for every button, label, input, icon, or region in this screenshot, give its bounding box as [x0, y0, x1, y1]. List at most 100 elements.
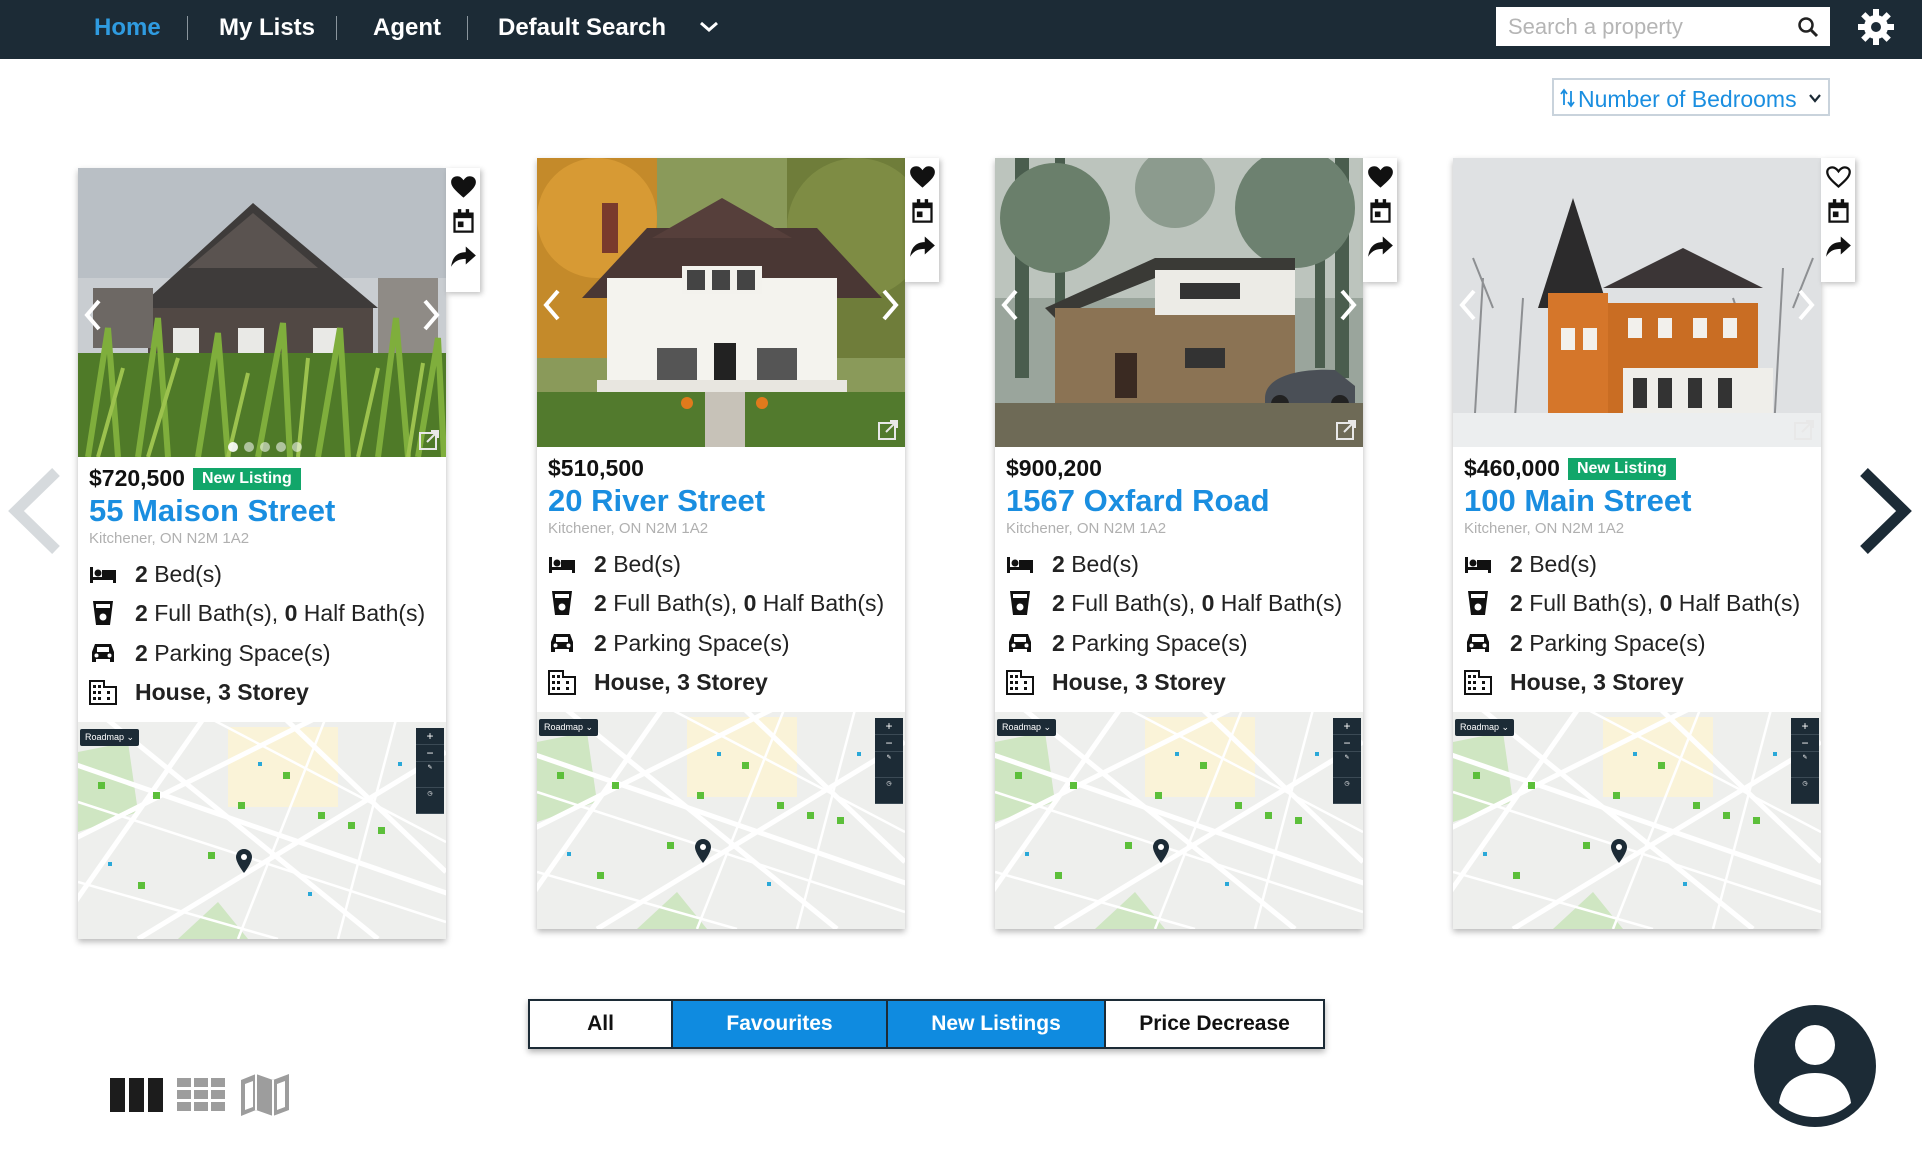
filter-favourites[interactable]: Favourites [673, 1001, 888, 1047]
nav-agent[interactable]: Agent [373, 14, 441, 42]
zoom-in-button[interactable]: + [875, 718, 903, 735]
photo-pagination [228, 442, 302, 452]
zoom-in-button[interactable]: + [416, 728, 444, 745]
drive-time-button[interactable]: ◷ [1333, 778, 1361, 804]
heart-outline-icon[interactable] [1825, 164, 1852, 191]
map-pin-icon[interactable] [694, 839, 712, 863]
nav-my-lists[interactable]: My Lists [219, 14, 315, 42]
map-type-toggle[interactable]: Roadmap ⌄ [80, 729, 140, 746]
map-pin-icon[interactable] [1152, 839, 1170, 863]
half-baths-label: Half Bath(s) [1678, 590, 1801, 616]
map-pin-icon[interactable] [235, 849, 253, 873]
expand-icon[interactable] [877, 419, 899, 441]
calendar-icon[interactable] [909, 198, 936, 225]
heart-icon[interactable] [1367, 164, 1394, 191]
draw-button[interactable]: ✎ [875, 752, 903, 778]
zoom-in-button[interactable]: + [1791, 718, 1819, 735]
zoom-out-button[interactable]: − [416, 745, 444, 762]
photo-dot[interactable] [228, 442, 238, 452]
bath-icon [1010, 591, 1030, 615]
drive-time-button[interactable]: ◷ [1791, 778, 1819, 804]
share-icon[interactable] [1825, 232, 1852, 259]
bed-icon [549, 557, 575, 573]
calendar-icon[interactable] [450, 208, 477, 235]
draw-button[interactable]: ✎ [1333, 752, 1361, 778]
profile-avatar-icon[interactable] [1754, 1005, 1876, 1127]
sort-dropdown[interactable]: Number of Bedrooms [1552, 78, 1830, 116]
zoom-out-button[interactable]: − [1333, 735, 1361, 752]
filter-price-decrease[interactable]: Price Decrease [1106, 1001, 1323, 1047]
columns-view-icon[interactable] [110, 1072, 164, 1118]
chevron-left-icon[interactable] [82, 298, 104, 332]
chevron-right-icon[interactable] [879, 288, 901, 322]
map-tiles [78, 722, 446, 939]
listing-map[interactable]: Roadmap ⌄ + − ✎ ◷ [995, 712, 1363, 929]
listing-photo[interactable] [995, 158, 1363, 447]
photo-dot[interactable] [244, 442, 254, 452]
map-type-toggle[interactable]: Roadmap ⌄ [539, 719, 599, 736]
photo-dot[interactable] [276, 442, 286, 452]
filter-new-listings[interactable]: New Listings [888, 1001, 1106, 1047]
draw-button[interactable]: ✎ [416, 762, 444, 788]
zoom-out-button[interactable]: − [1791, 735, 1819, 752]
listing-address[interactable]: 1567 Oxfard Road [1006, 483, 1270, 519]
search-input[interactable] [1496, 7, 1786, 46]
share-icon[interactable] [450, 242, 477, 269]
listing-address[interactable]: 55 Maison Street [89, 493, 335, 529]
chevron-right-icon[interactable] [1337, 288, 1359, 322]
expand-icon[interactable] [1793, 419, 1815, 441]
chevron-right-icon[interactable] [420, 298, 442, 332]
listing-photo[interactable] [537, 158, 905, 447]
new-listing-badge: New Listing [1567, 457, 1676, 480]
listing-card[interactable]: $900,200 1567 Oxfard Road Kitchener, ON … [995, 158, 1397, 929]
chevron-left-icon[interactable] [541, 288, 563, 322]
calendar-icon[interactable] [1825, 198, 1852, 225]
zoom-out-button[interactable]: − [875, 735, 903, 752]
share-icon[interactable] [909, 232, 936, 259]
chevron-left-icon[interactable] [4, 466, 64, 556]
drive-time-button[interactable]: ◷ [416, 788, 444, 814]
listing-address[interactable]: 100 Main Street [1464, 483, 1691, 519]
car-icon [551, 634, 573, 652]
listing-card[interactable]: $720,500 New Listing 55 Maison Street Kit… [78, 168, 480, 939]
heart-icon[interactable] [909, 164, 936, 191]
photo-dot[interactable] [292, 442, 302, 452]
map-type-toggle[interactable]: Roadmap ⌄ [997, 719, 1057, 736]
photo-dot[interactable] [260, 442, 270, 452]
chevron-right-icon[interactable] [1856, 466, 1916, 556]
listing-card[interactable]: $460,000 New Listing 100 Main Street Kitc… [1453, 158, 1855, 929]
expand-icon[interactable] [1335, 419, 1357, 441]
listing-address[interactable]: 20 River Street [548, 483, 765, 519]
map-pin-icon[interactable] [1610, 839, 1628, 863]
map-view-icon[interactable] [239, 1072, 291, 1118]
nav-home[interactable]: Home [94, 14, 161, 42]
listing-photo[interactable] [1453, 158, 1821, 447]
zoom-in-button[interactable]: + [1333, 718, 1361, 735]
listing-map[interactable]: Roadmap ⌄ + − ✎ ◷ [78, 722, 446, 939]
listing-photo[interactable] [78, 168, 446, 457]
building-icon [1006, 670, 1034, 695]
chevron-down-icon[interactable] [696, 14, 722, 40]
heart-icon[interactable] [450, 174, 477, 201]
map-type-toggle[interactable]: Roadmap ⌄ [1455, 719, 1515, 736]
draw-button[interactable]: ✎ [1791, 752, 1819, 778]
listing-card[interactable]: $510,500 20 River Street Kitchener, ON N… [537, 158, 939, 929]
chevron-right-icon[interactable] [1795, 288, 1817, 322]
parking-label: Parking Space(s) [1529, 630, 1706, 656]
listing-map[interactable]: Roadmap ⌄ + − ✎ ◷ [1453, 712, 1821, 929]
share-icon[interactable] [1367, 232, 1394, 259]
expand-icon[interactable] [418, 429, 440, 451]
drive-time-button[interactable]: ◷ [875, 778, 903, 804]
listing-map[interactable]: Roadmap ⌄ + − ✎ ◷ [537, 712, 905, 929]
calendar-icon[interactable] [1367, 198, 1394, 225]
chevron-left-icon[interactable] [999, 288, 1021, 322]
sort-label: Number of Bedrooms [1578, 86, 1797, 112]
chevron-left-icon[interactable] [1457, 288, 1479, 322]
search-icon[interactable] [1796, 15, 1820, 39]
gear-icon[interactable] [1856, 7, 1896, 47]
grid-view-icon[interactable] [177, 1072, 227, 1118]
building-icon [89, 680, 117, 705]
filter-all[interactable]: All [530, 1001, 673, 1047]
nav-default-search[interactable]: Default Search [498, 14, 666, 42]
property-type: House, 3 Storey [135, 679, 309, 705]
